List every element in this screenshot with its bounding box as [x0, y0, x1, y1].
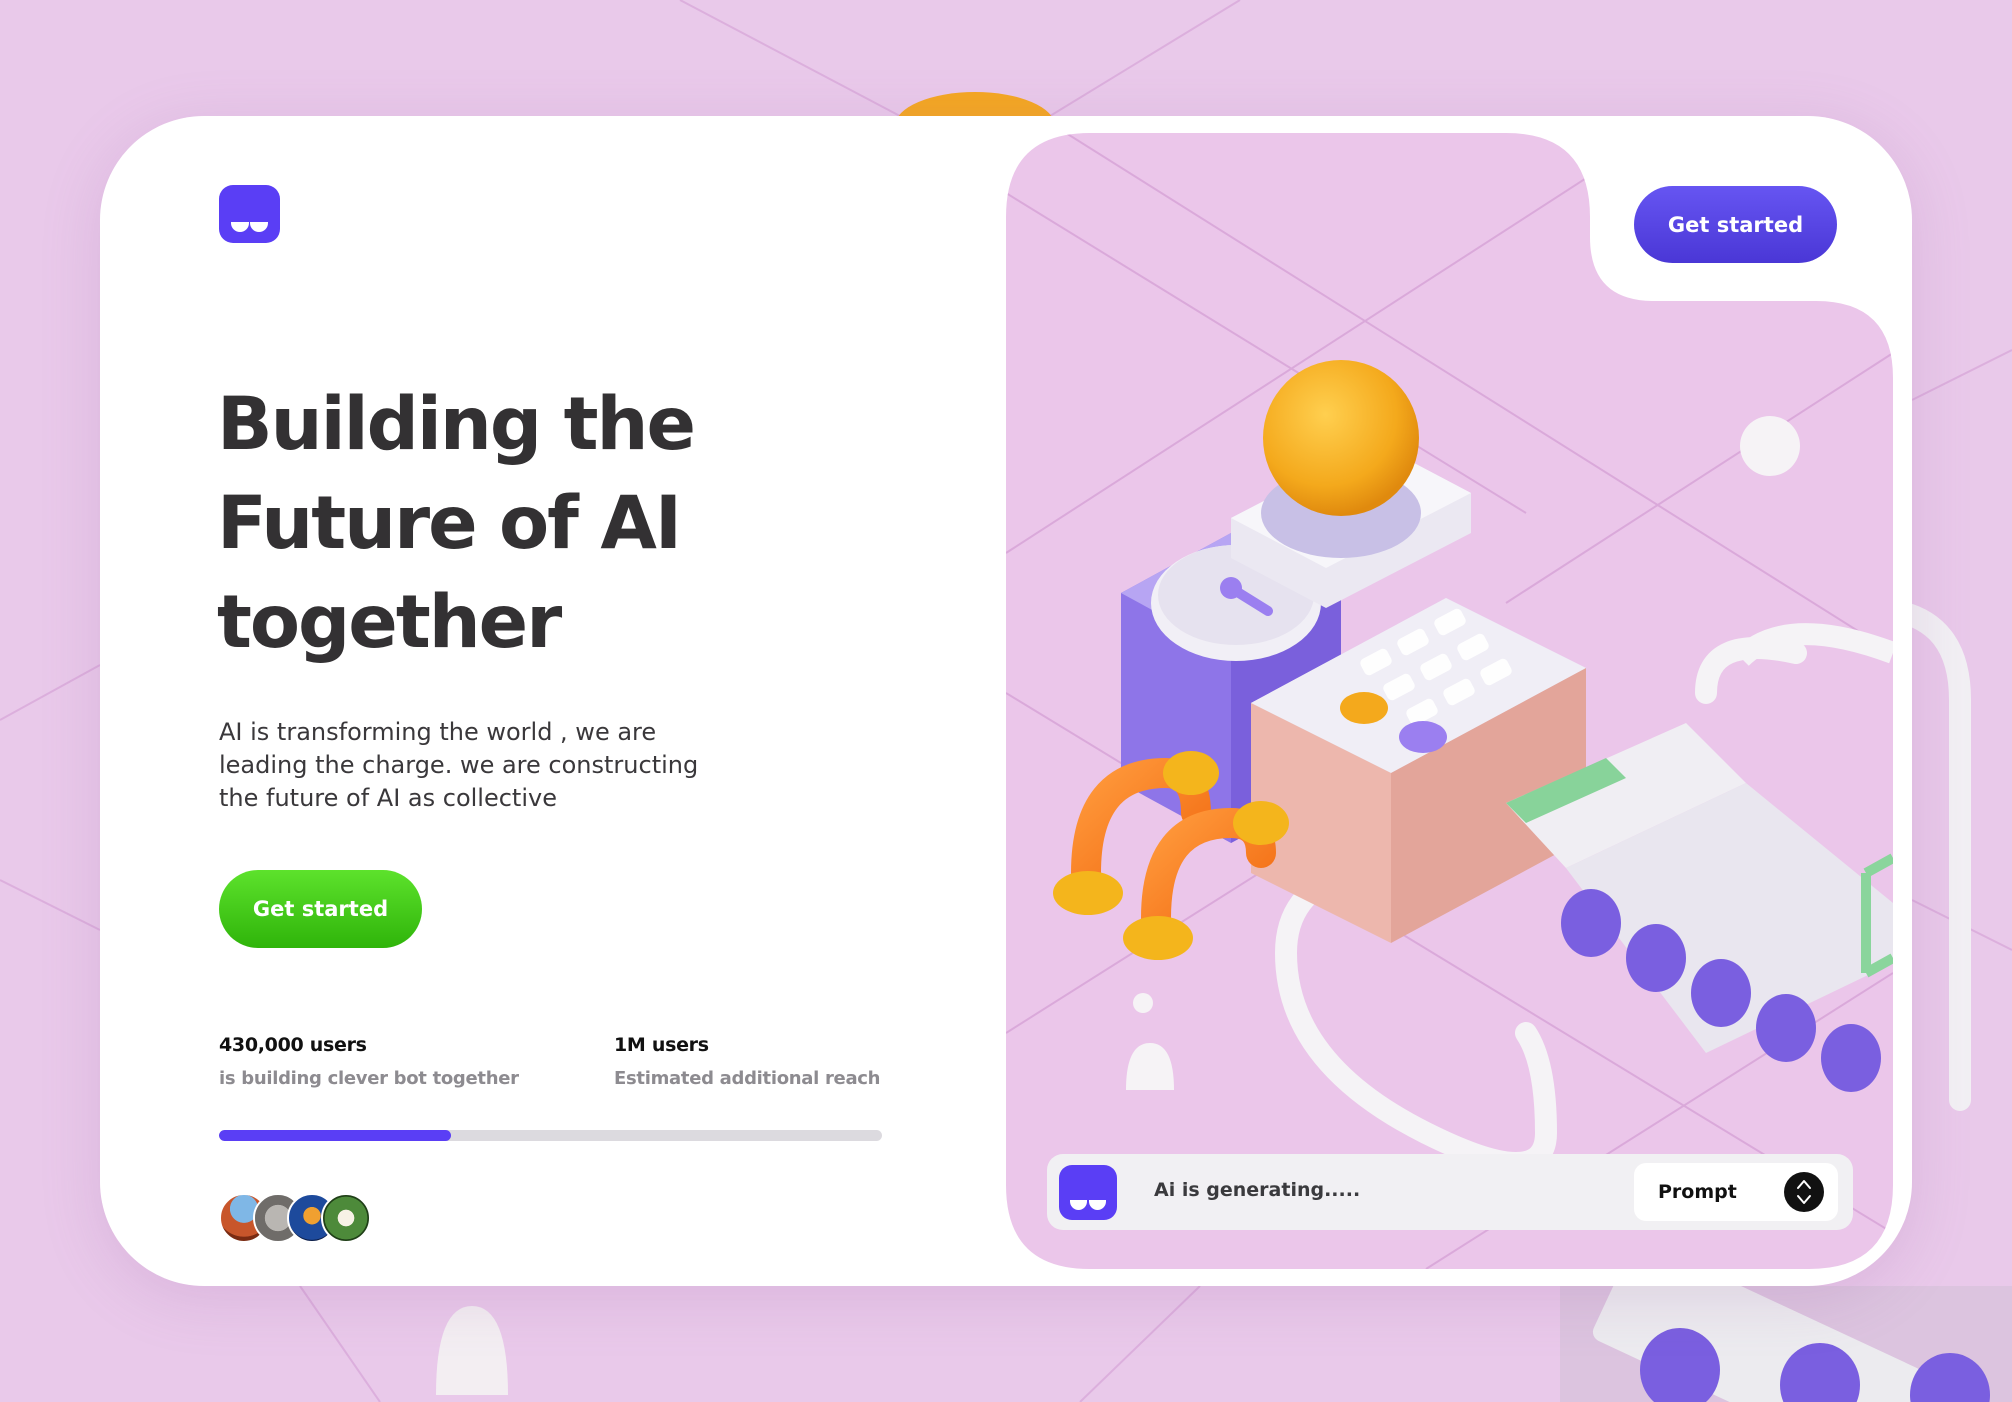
- up-down-chevron-icon: [1784, 1172, 1824, 1212]
- subtext-line: the future of AI as collective: [219, 784, 557, 812]
- prompt-button[interactable]: Prompt: [1634, 1163, 1838, 1221]
- stat-value: 430,000 users: [219, 1034, 367, 1056]
- stat-value: 1M users: [614, 1034, 709, 1056]
- hero-subtext: AI is transforming the world , we are le…: [219, 716, 739, 815]
- subtext-line: leading the charge. we are constructing: [219, 751, 699, 779]
- hero-headline: Building the Future of AI together: [217, 375, 777, 672]
- stat-description: Estimated additional reach: [614, 1068, 881, 1089]
- stat-reach: 1M users Estimated additional reach: [614, 1034, 881, 1089]
- prompt-button-label: Prompt: [1658, 1181, 1737, 1203]
- ai-status-text: Ai is generating.....: [1154, 1179, 1361, 1201]
- stat-users: 430,000 users is building clever bot tog…: [219, 1034, 519, 1089]
- get-started-button[interactable]: Get started: [219, 870, 422, 948]
- header-get-started-button[interactable]: Get started: [1634, 186, 1837, 263]
- stat-description: is building clever bot together: [219, 1068, 519, 1089]
- progress-bar: [219, 1130, 882, 1141]
- headline-line: Building the: [217, 382, 696, 467]
- subtext-line: AI is transforming the world , we are: [219, 718, 657, 746]
- headline-line: Future of AI: [217, 481, 682, 566]
- hero-illustration: [1006, 133, 1893, 1269]
- progress-fill: [219, 1130, 452, 1141]
- flower-avatar[interactable]: [321, 1193, 371, 1243]
- headline-line: together: [217, 580, 562, 665]
- prompt-bar: Ai is generating..... Prompt: [1047, 1154, 1853, 1230]
- bot-face-icon[interactable]: [219, 185, 280, 243]
- bot-face-icon: [1059, 1165, 1117, 1220]
